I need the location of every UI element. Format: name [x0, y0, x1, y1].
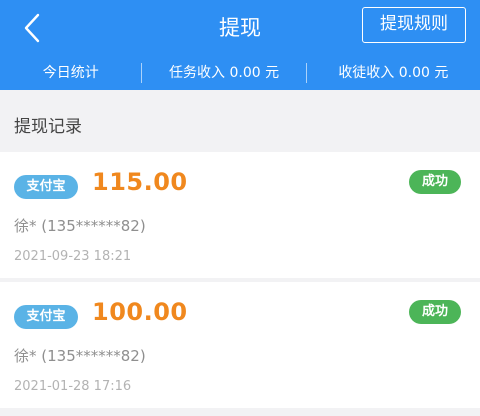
back-button[interactable] [14, 8, 50, 48]
withdraw-amount: 115.00 [92, 168, 188, 196]
stats-bar: 今日统计 任务收入 0.00 元 收徒收入 0.00 元 [0, 56, 480, 90]
account-info: 徐* (135******82) [14, 217, 146, 235]
account-info: 徐* (135******82) [14, 347, 146, 365]
list-item[interactable]: 支付宝 115.00 成功 徐* (135******82) 2021-09-2… [0, 152, 480, 278]
status-badge: 成功 [409, 170, 461, 194]
record-time: 2021-01-28 17:16 [14, 379, 132, 394]
apprentice-income-stat: 收徒收入 0.00 元 [338, 65, 449, 81]
payment-method-badge: 支付宝 [14, 305, 78, 329]
record-time: 2021-09-23 18:21 [14, 249, 132, 264]
today-stats-label: 今日统计 [42, 65, 99, 81]
list-item[interactable]: 支付宝 100.00 成功 徐* (135******82) 2021-01-2… [0, 282, 480, 408]
section-title: 提现记录 [14, 117, 82, 137]
section-header: 提现记录 [0, 90, 480, 152]
payment-method-badge: 支付宝 [14, 175, 78, 199]
withdraw-page: 提现 提现规则 今日统计 任务收入 0.00 元 收徒收入 0.00 元 提现记… [0, 0, 480, 416]
withdraw-amount: 100.00 [92, 298, 188, 326]
list-bottom-divider [0, 408, 480, 416]
task-income-stat: 任务收入 0.00 元 [169, 65, 280, 81]
header: 提现 提现规则 [0, 0, 480, 56]
withdraw-rules-button[interactable]: 提现规则 [362, 7, 466, 43]
status-badge: 成功 [409, 300, 461, 324]
chevron-left-icon [24, 13, 40, 43]
